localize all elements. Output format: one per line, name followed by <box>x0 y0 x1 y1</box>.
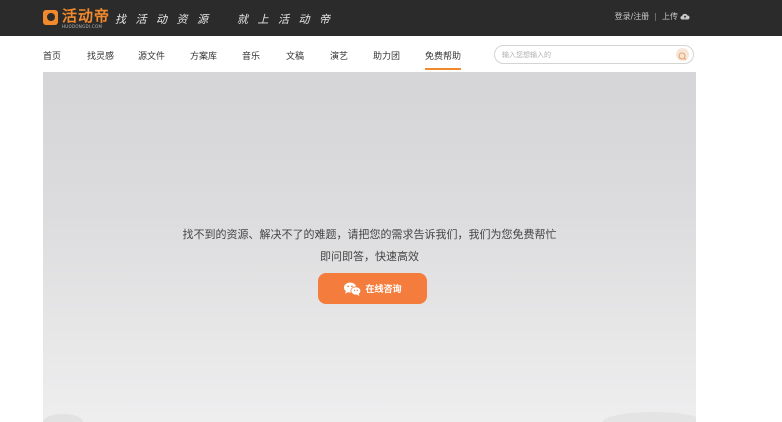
logo[interactable]: 活动帝 HUODONGDI.COM <box>43 8 110 29</box>
nav-item-source-files[interactable]: 源文件 <box>138 49 165 62</box>
nav-item-inspiration[interactable]: 找灵感 <box>87 49 114 62</box>
cloud-upload-icon[interactable] <box>680 13 690 20</box>
nav-item-home[interactable]: 首页 <box>43 49 61 62</box>
search-icon <box>678 52 687 61</box>
nav-item-music[interactable]: 音乐 <box>242 49 260 62</box>
nav-item-free-help[interactable]: 免费帮助 <box>425 49 462 70</box>
banner-decoration <box>603 412 696 422</box>
online-consult-button[interactable]: 在线咨询 <box>318 273 427 304</box>
user-actions: 登录/注册 | 上传 <box>615 11 690 22</box>
logo-subtitle: HUODONGDI.COM <box>62 24 103 29</box>
online-consult-label: 在线咨询 <box>365 285 402 295</box>
search-button[interactable] <box>676 48 689 61</box>
main-nav: 首页 找灵感 源文件 方案库 音乐 文稿 演艺 助力团 免费帮助 <box>0 36 782 72</box>
search-box <box>494 45 694 64</box>
help-banner: 找不到的资源、解决不了的难题，请把您的需求告诉我们，我们为您免费帮忙 即问即答，… <box>43 72 696 422</box>
banner-headline: 找不到的资源、解决不了的难题，请把您的需求告诉我们，我们为您免费帮忙 <box>182 228 557 241</box>
site-slogan: 找 活 动 资 源 就 上 活 动 帝 <box>115 13 333 26</box>
upload-link[interactable]: 上传 <box>662 11 678 22</box>
banner-decoration <box>43 414 83 422</box>
logo-name: 活动帝 <box>62 7 111 25</box>
nav-item-helpers[interactable]: 助力团 <box>373 49 400 62</box>
search-input[interactable] <box>502 48 672 61</box>
top-bar: 活动帝 HUODONGDI.COM 找 活 动 资 源 就 上 活 动 帝 登录… <box>0 0 782 36</box>
nav-item-documents[interactable]: 文稿 <box>286 49 304 62</box>
logo-text: 活动帝 HUODONGDI.COM <box>62 8 110 29</box>
logo-mark-icon <box>43 10 58 25</box>
nav-item-proposals[interactable]: 方案库 <box>190 49 217 62</box>
nav-item-performance[interactable]: 演艺 <box>330 49 348 62</box>
login-register-link[interactable]: 登录/注册 <box>615 11 650 22</box>
wechat-icon <box>344 282 362 296</box>
banner-subline: 即问即答，快速高效 <box>320 250 419 263</box>
divider: | <box>654 12 657 21</box>
